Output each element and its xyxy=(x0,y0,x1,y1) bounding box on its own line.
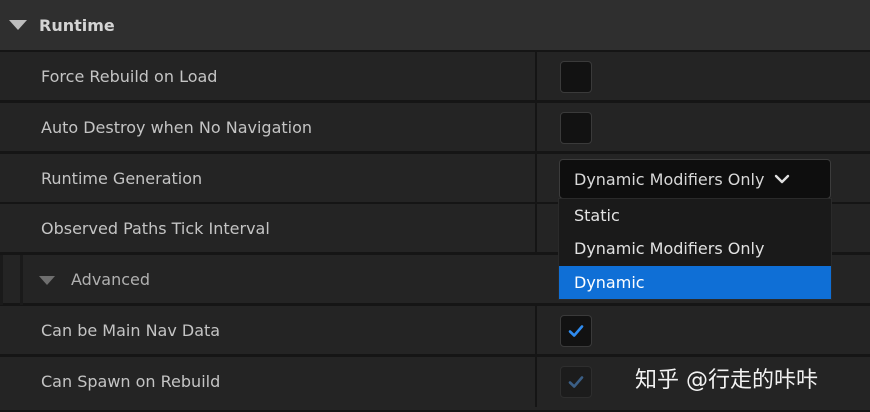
menu-option-static[interactable]: Static xyxy=(559,199,831,232)
checkmark-icon xyxy=(568,325,584,337)
column-divider[interactable] xyxy=(535,103,537,153)
column-divider[interactable] xyxy=(535,357,537,407)
spawn-on-rebuild-checkbox[interactable] xyxy=(560,366,592,398)
row-can-be-main-nav-data: Can be Main Nav Data xyxy=(0,306,870,356)
checkmark-icon xyxy=(568,376,584,388)
watermark-text: 知乎 @行走的咔咔 xyxy=(635,368,818,393)
property-label: Observed Paths Tick Interval xyxy=(41,219,270,238)
column-divider[interactable] xyxy=(535,52,537,102)
row-force-rebuild-on-load: Force Rebuild on Load xyxy=(0,52,870,102)
expand-arrow-icon[interactable] xyxy=(39,276,55,285)
section-title: Runtime xyxy=(39,15,115,35)
runtime-generation-menu: Static Dynamic Modifiers Only Dynamic xyxy=(558,198,832,300)
column-divider[interactable] xyxy=(535,204,537,254)
column-divider[interactable] xyxy=(535,306,537,356)
property-label: Can Spawn on Rebuild xyxy=(41,372,221,391)
force-rebuild-checkbox[interactable] xyxy=(560,61,592,93)
main-nav-data-checkbox[interactable] xyxy=(560,315,592,347)
property-label: Force Rebuild on Load xyxy=(41,67,218,86)
property-label: Auto Destroy when No Navigation xyxy=(41,118,313,137)
menu-option-dynamic[interactable]: Dynamic xyxy=(559,266,831,299)
dropdown-selected-value: Dynamic Modifiers Only xyxy=(574,169,765,189)
property-label: Runtime Generation xyxy=(41,169,203,188)
details-panel: Runtime Force Rebuild on Load Auto Destr… xyxy=(0,0,870,412)
indent-bar xyxy=(0,255,3,305)
row-auto-destroy: Auto Destroy when No Navigation xyxy=(0,103,870,153)
column-divider[interactable] xyxy=(535,154,537,204)
chevron-down-icon xyxy=(775,174,790,184)
menu-option-dynamic-modifiers-only[interactable]: Dynamic Modifiers Only xyxy=(559,232,831,265)
runtime-generation-dropdown[interactable]: Dynamic Modifiers Only xyxy=(559,159,831,199)
collapse-arrow-icon[interactable] xyxy=(9,20,27,30)
indent-bar xyxy=(20,255,23,305)
runtime-section-header[interactable]: Runtime xyxy=(0,0,870,52)
advanced-label: Advanced xyxy=(71,270,151,289)
property-label: Can be Main Nav Data xyxy=(41,321,221,340)
auto-destroy-checkbox[interactable] xyxy=(560,112,592,144)
